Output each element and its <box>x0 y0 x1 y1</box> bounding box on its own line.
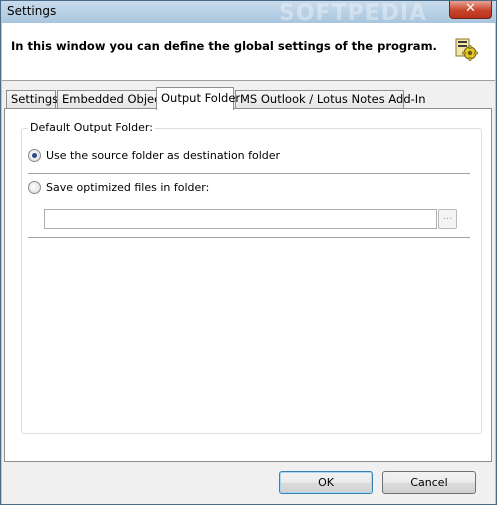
window-title: Settings <box>7 4 57 18</box>
dialog-header: In this window you can define the global… <box>2 23 495 81</box>
radio-use-source-folder[interactable]: Use the source folder as destination fol… <box>28 149 280 162</box>
title-bar[interactable]: Settings SOFTPEDIA ✕ <box>1 1 496 26</box>
dialog-client-area: In this window you can define the global… <box>2 23 495 504</box>
output-folder-panel: Default Output Folder: Use the source fo… <box>4 108 492 462</box>
close-icon: ✕ <box>465 1 476 16</box>
group-label: Default Output Folder: <box>28 121 155 134</box>
tab-output-folder[interactable]: Output Folder <box>156 87 240 110</box>
default-output-folder-group: Default Output Folder: Use the source fo… <box>21 121 482 434</box>
cancel-button[interactable]: Cancel <box>382 471 476 494</box>
radio-label-source-folder: Use the source folder as destination fol… <box>46 149 281 162</box>
separator <box>28 173 470 174</box>
tab-ms-outlook-lotus-notes[interactable]: MS Outlook / Lotus Notes Add-In <box>235 90 426 109</box>
radio-save-in-folder[interactable]: Save optimized files in folder: <box>28 181 209 194</box>
header-description: In this window you can define the global… <box>11 39 437 53</box>
output-folder-path-input[interactable] <box>44 209 437 229</box>
tab-settings[interactable]: Settings <box>6 90 58 109</box>
settings-gear-icon <box>455 38 478 61</box>
separator <box>28 237 470 238</box>
settings-window: Settings SOFTPEDIA ✕ In this window you … <box>0 0 497 505</box>
close-button[interactable]: ✕ <box>449 1 492 19</box>
radio-button-checked[interactable] <box>28 149 41 162</box>
tab-embedded-objects[interactable]: Embedded Objects <box>57 90 171 109</box>
radio-button-unchecked[interactable] <box>28 181 41 194</box>
radio-label-save-in-folder: Save optimized files in folder: <box>46 181 210 194</box>
ok-button[interactable]: OK <box>279 471 373 494</box>
browse-folder-button[interactable]: ... <box>438 209 457 229</box>
